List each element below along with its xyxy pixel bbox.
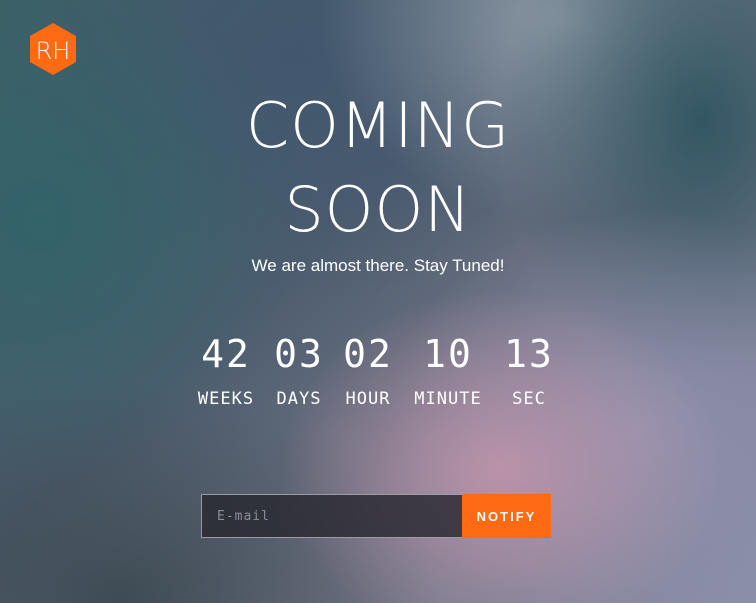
countdown-label: WEEKS — [197, 389, 255, 409]
tagline: We are almost there. Stay Tuned! — [251, 256, 505, 275]
title-line-2: SOON — [284, 173, 472, 246]
countdown-seconds: 13 SEC — [494, 332, 564, 410]
countdown-minutes: 10 MINUTE — [406, 332, 490, 410]
notify-form: NOTIFY — [201, 494, 551, 538]
countdown-value: 02 — [343, 332, 393, 376]
title-line-1: COMING — [245, 89, 511, 162]
countdown-hours: 02 HOUR — [336, 332, 400, 410]
logo-text: RH — [36, 37, 71, 65]
countdown-value: 10 — [423, 332, 473, 376]
countdown-weeks: 42 WEEKS — [188, 332, 264, 410]
hexagon-logo-icon: RH — [30, 23, 76, 75]
countdown-label: HOUR — [345, 389, 391, 409]
email-input[interactable] — [201, 494, 462, 538]
countdown-days: 03 DAYS — [266, 332, 332, 410]
notify-button[interactable]: NOTIFY — [462, 494, 551, 538]
countdown-value: 03 — [274, 332, 324, 376]
countdown-timer: 42 WEEKS 03 DAYS 02 HOUR 10 MINUTE 13 SE… — [188, 332, 568, 422]
countdown-label: SEC — [512, 389, 546, 409]
countdown-label: MINUTE — [414, 389, 482, 409]
brand-logo[interactable]: RH — [28, 22, 78, 76]
countdown-label: DAYS — [276, 389, 322, 409]
countdown-value: 13 — [504, 332, 554, 376]
countdown-value: 42 — [201, 332, 251, 376]
page-title: COMING SOON — [0, 84, 756, 252]
